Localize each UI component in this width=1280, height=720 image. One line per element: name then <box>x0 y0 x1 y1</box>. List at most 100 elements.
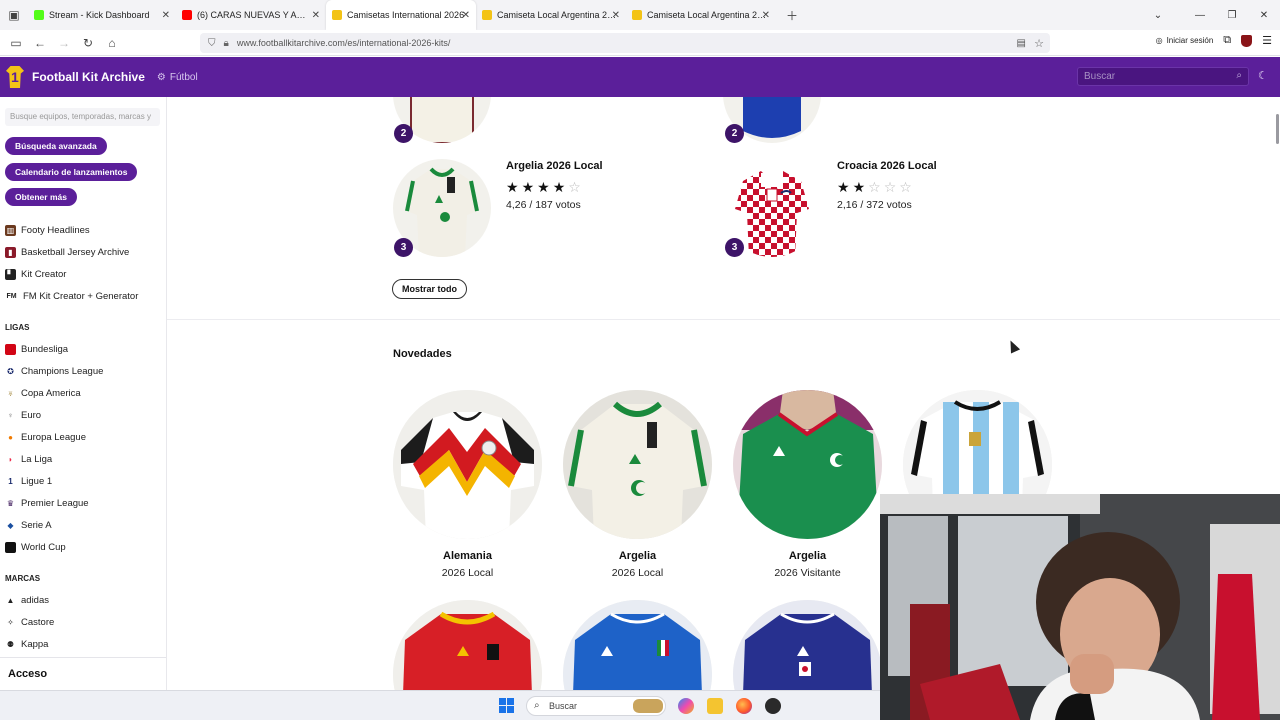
bundesliga-icon <box>5 343 16 355</box>
tab-youtube[interactable]: (6) CARAS NUEVAS Y AUSENCIAS ✕ <box>176 0 326 30</box>
close-window-icon[interactable]: ✕ <box>1248 10 1280 21</box>
address-bar[interactable]: ⛉ 🔒︎ www.footballkitarchive.com/es/inter… <box>200 33 1050 53</box>
restore-icon[interactable]: ❐ <box>1216 10 1248 21</box>
brand-label: Kappa <box>21 638 49 650</box>
kit-team-name[interactable]: Alemania <box>393 550 542 562</box>
taskbar-search[interactable]: ⌕ Buscar <box>526 696 666 716</box>
ublock-icon[interactable] <box>1241 34 1253 47</box>
copa-america-icon: ♅ <box>7 388 14 398</box>
novedades-heading: Novedades <box>393 348 452 360</box>
extensions-icon[interactable]: ⧉ <box>1223 34 1231 47</box>
sidebar-item-kappa[interactable]: ⚉ Kappa <box>5 637 49 651</box>
close-tab-icon[interactable]: ✕ <box>162 10 170 21</box>
ligue-1-icon: 1 <box>8 476 13 486</box>
fm-icon: FM <box>6 292 17 300</box>
sidebar-item-europa-league[interactable]: ● Europa League <box>5 430 86 444</box>
show-all-button[interactable]: Mostrar todo <box>392 279 467 299</box>
sidebar-item-adidas[interactable]: ▲ adidas <box>5 593 49 607</box>
forward-icon[interactable]: → <box>52 36 76 50</box>
section-divider <box>167 319 1280 320</box>
dark-mode-icon[interactable]: ☾ <box>1258 69 1268 82</box>
tab-argentina-2023[interactable]: Camiseta Local Argentina 2023 ✕ <box>626 0 776 30</box>
file-explorer-icon[interactable] <box>707 698 723 714</box>
sidebar-item-serie-a[interactable]: ◆ Serie A <box>5 518 51 532</box>
league-label: Copa America <box>21 387 81 399</box>
bookmark-star-icon[interactable]: ☆ <box>1034 37 1044 50</box>
tab-argentina-2024[interactable]: Camiseta Local Argentina 2024 ✕ <box>476 0 626 30</box>
fka-favicon-icon <box>632 10 642 20</box>
scrollbar-thumb[interactable] <box>1276 114 1279 144</box>
sport-selector[interactable]: ⚙ Fútbol <box>157 72 198 83</box>
windows-start-icon[interactable] <box>499 698 514 713</box>
site-logo-icon[interactable]: 1 <box>6 66 24 88</box>
shield-icon[interactable]: ⛉ <box>208 38 216 49</box>
site-search-input[interactable]: Buscar ⌕ <box>1077 67 1249 86</box>
firefox-icon[interactable] <box>736 698 752 714</box>
link-fm-kit-creator[interactable]: FM FM Kit Creator + Generator <box>5 289 138 303</box>
sidebar-search-input[interactable]: Busque equipos, temporadas, marcas y <box>5 108 160 126</box>
tab-label: (6) CARAS NUEVAS Y AUSENCIAS <box>197 10 307 20</box>
reload-icon[interactable]: ↻ <box>76 36 100 50</box>
sidebar-item-champions-league[interactable]: ✪ Champions League <box>5 364 103 378</box>
world-cup-icon <box>5 541 16 553</box>
link-footy-headlines[interactable]: ▥ Footy Headlines <box>5 223 90 237</box>
sidebar-item-bundesliga[interactable]: Bundesliga <box>5 342 68 356</box>
link-basketball-jersey-archive[interactable]: ▮ Basketball Jersey Archive <box>5 245 129 259</box>
site-brand[interactable]: Football Kit Archive <box>32 70 145 84</box>
kit-team-name[interactable]: Argelia <box>563 550 712 562</box>
link-label: Kit Creator <box>21 268 67 280</box>
advanced-search-button[interactable]: Búsqueda avanzada <box>5 137 107 155</box>
lock-icon[interactable]: 🔒︎ <box>224 38 229 49</box>
menu-icon[interactable]: ☰ <box>1262 34 1272 47</box>
kit-image-italia[interactable] <box>563 600 712 690</box>
url-text[interactable]: www.footballkitarchive.com/es/internatio… <box>237 38 451 48</box>
kit-image-alemania[interactable] <box>393 390 542 539</box>
copilot-icon[interactable] <box>678 698 694 714</box>
sidebar-item-ligue-1[interactable]: 1 Ligue 1 <box>5 474 52 488</box>
tab-kick[interactable]: Stream - Kick Dashboard ✕ <box>28 0 176 30</box>
close-tab-icon[interactable]: ✕ <box>762 10 770 21</box>
star-rating: ★★★★☆ <box>506 179 584 196</box>
rank-badge: 2 <box>394 124 413 143</box>
search-icon[interactable]: ⌕ <box>1236 70 1242 81</box>
tab-list-chevron-icon[interactable]: ⌄ <box>1142 10 1174 21</box>
sign-in-button[interactable]: ◎ Iniciar sesión <box>1156 36 1214 45</box>
sport-label: Fútbol <box>169 71 198 83</box>
sidebar-item-copa-america[interactable]: ♅ Copa America <box>5 386 81 400</box>
kit-image-belgica[interactable] <box>393 600 542 690</box>
account-icon: ◎ <box>1155 36 1163 45</box>
get-more-button[interactable]: Obtener más <box>5 188 77 206</box>
close-tab-icon[interactable]: ✕ <box>462 10 470 21</box>
new-tab-icon[interactable]: ＋ <box>780 7 804 24</box>
sidebar-item-premier-league[interactable]: ♛ Premier League <box>5 496 89 510</box>
ranking-kit-name[interactable]: Croacia 2026 Local <box>837 160 937 172</box>
kit-team-name[interactable]: Argelia <box>733 550 882 562</box>
sidebar-toggle-icon[interactable]: ▭ <box>4 36 28 50</box>
sidebar-item-euro[interactable]: ♆ Euro <box>5 408 42 422</box>
release-calendar-button[interactable]: Calendario de lanzamientos <box>5 163 138 181</box>
premier-league-icon: ♛ <box>6 498 15 508</box>
tab-overview-icon[interactable]: ▣ <box>0 8 28 22</box>
back-icon[interactable]: ← <box>28 36 52 50</box>
minimize-icon[interactable]: — <box>1184 10 1216 21</box>
sidebar-item-castore[interactable]: ✧ Castore <box>5 615 54 629</box>
login-link[interactable]: Acceso <box>0 657 166 690</box>
close-tab-icon[interactable]: ✕ <box>612 10 620 21</box>
brands-heading: MARCAS <box>5 574 41 583</box>
reader-view-icon[interactable]: ▤ <box>1017 38 1026 49</box>
star-icon: ★ <box>521 179 538 195</box>
tab-international-2026[interactable]: Camisetas International 2026 ✕ <box>326 0 476 30</box>
ranking-kit-name[interactable]: Argelia 2026 Local <box>506 160 603 172</box>
youtube-favicon-icon <box>182 10 192 20</box>
kit-image-japon[interactable] <box>733 600 882 690</box>
close-tab-icon[interactable]: ✕ <box>312 10 320 21</box>
kit-image-argelia-local[interactable] <box>563 390 712 539</box>
home-icon[interactable]: ⌂ <box>100 36 124 50</box>
obs-icon[interactable] <box>765 698 781 714</box>
link-kit-creator[interactable]: ▘ Kit Creator <box>5 267 66 281</box>
kick-favicon-icon <box>34 10 44 20</box>
kit-image-argelia-visitante[interactable] <box>733 390 882 539</box>
la-liga-icon: ◗ <box>8 454 13 464</box>
sidebar-item-la-liga[interactable]: ◗ La Liga <box>5 452 52 466</box>
sidebar-item-world-cup[interactable]: World Cup <box>5 540 66 554</box>
